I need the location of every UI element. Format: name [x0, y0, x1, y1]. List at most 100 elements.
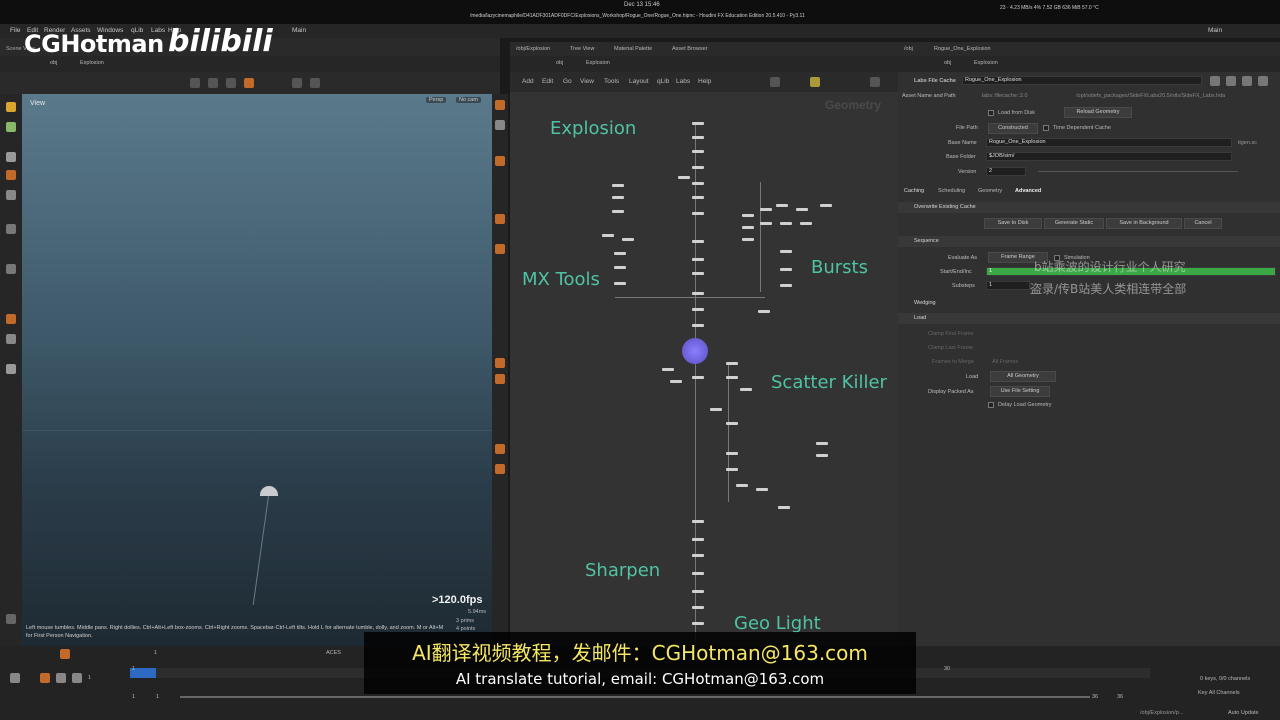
tab-material-palette[interactable]: Material Palette — [614, 46, 652, 52]
node[interactable] — [780, 284, 792, 287]
subtab-geometry[interactable]: Geometry — [978, 188, 1002, 194]
skip-start-icon[interactable] — [10, 673, 20, 683]
node[interactable] — [820, 204, 832, 207]
node[interactable] — [778, 506, 790, 509]
tab-rogue-one-explosion[interactable]: Rogue_One_Explosion — [934, 46, 991, 52]
node[interactable] — [614, 252, 626, 255]
node[interactable] — [692, 590, 704, 593]
params-path-node[interactable]: Explosion — [974, 60, 998, 66]
snap-tool-icon[interactable] — [6, 264, 16, 274]
lock-view-icon[interactable] — [495, 120, 505, 130]
node[interactable] — [678, 176, 690, 179]
frame-field[interactable]: 1 — [154, 650, 157, 656]
node[interactable] — [800, 222, 812, 225]
transform-icon[interactable] — [208, 78, 218, 88]
net-menu-edit[interactable]: Edit — [542, 78, 553, 85]
network-editor[interactable]: Geometry Explosion MX Tools Bursts Scatt… — [510, 92, 898, 646]
version-slider[interactable] — [1038, 171, 1238, 172]
node[interactable] — [758, 310, 770, 313]
node[interactable] — [736, 484, 748, 487]
time-dependent-checkbox[interactable] — [1043, 125, 1049, 131]
net-menu-qlib[interactable]: qLib — [657, 78, 669, 85]
net-menu-help[interactable]: Help — [698, 78, 711, 85]
load-section[interactable]: Load — [898, 313, 1280, 324]
save-in-background-button[interactable]: Save in Background — [1106, 218, 1182, 229]
display-packed-menu[interactable]: Use File Setting — [990, 386, 1050, 397]
subtab-scheduling[interactable]: Scheduling — [938, 188, 965, 194]
node[interactable] — [622, 238, 634, 241]
range-start2[interactable]: 1 — [156, 694, 159, 700]
net-menu-add[interactable]: Add — [522, 78, 534, 85]
range-slider[interactable] — [180, 696, 1090, 698]
node[interactable] — [692, 182, 704, 185]
node[interactable] — [726, 376, 738, 379]
tab-network[interactable]: /obj/Explosion — [516, 46, 550, 52]
node[interactable] — [692, 538, 704, 541]
node[interactable] — [756, 488, 768, 491]
net-menu-view[interactable]: View — [580, 78, 594, 85]
scene-viewport[interactable]: View Persp No cam >120.0fps 5.94ms 3 pri… — [22, 94, 492, 646]
grid-icon[interactable] — [495, 374, 505, 384]
gear-icon[interactable] — [1210, 76, 1220, 86]
camera-view-icon[interactable] — [495, 464, 505, 474]
node[interactable] — [726, 362, 738, 365]
node[interactable] — [692, 308, 704, 311]
menu-file[interactable]: File — [10, 27, 20, 34]
node[interactable] — [776, 204, 788, 207]
node[interactable] — [692, 622, 704, 625]
node[interactable] — [740, 388, 752, 391]
lock-params-icon[interactable] — [1258, 76, 1268, 86]
network-path-node[interactable]: Explosion — [586, 60, 610, 66]
light-icon[interactable] — [6, 102, 16, 112]
range-start[interactable]: 1 — [132, 694, 135, 700]
ghost-icon[interactable] — [6, 364, 16, 374]
node[interactable] — [780, 268, 792, 271]
net-menu-labs[interactable]: Labs — [676, 78, 690, 85]
file-path-mode[interactable]: Constructed — [988, 123, 1038, 134]
node[interactable] — [742, 238, 754, 241]
node[interactable] — [692, 572, 704, 575]
snap-icon[interactable] — [292, 78, 302, 88]
select-icon[interactable] — [190, 78, 200, 88]
geo-tool-icon[interactable] — [6, 122, 16, 132]
desktop-select-left[interactable]: Main — [292, 27, 306, 34]
load-from-disk-checkbox[interactable] — [988, 110, 994, 116]
net-menu-tools[interactable]: Tools — [604, 78, 619, 85]
display-options-icon[interactable] — [495, 100, 505, 110]
subtab-caching[interactable]: Caching — [904, 188, 924, 194]
node[interactable] — [692, 520, 704, 523]
node[interactable] — [692, 554, 704, 557]
node[interactable] — [692, 166, 704, 169]
node[interactable] — [692, 324, 704, 327]
select-tool-icon[interactable] — [6, 152, 16, 162]
camera-icon[interactable] — [6, 334, 16, 344]
desktop-select-right[interactable]: Main — [1208, 27, 1222, 34]
persp-menu[interactable]: Persp — [426, 97, 447, 103]
node[interactable] — [612, 196, 624, 199]
node[interactable] — [662, 368, 674, 371]
delay-load-checkbox[interactable] — [988, 402, 994, 408]
realtime-icon[interactable] — [60, 649, 70, 659]
rotate-icon[interactable] — [226, 78, 236, 88]
background-icon[interactable] — [495, 358, 505, 368]
sticky-note-icon[interactable] — [810, 77, 820, 87]
skip-end-icon[interactable] — [72, 673, 82, 683]
overwrite-section[interactable]: Overwrite Existing Cache — [898, 202, 1280, 213]
node[interactable] — [816, 442, 828, 445]
base-folder-field[interactable]: $JOB/sim/ — [986, 152, 1232, 161]
wireframe-icon[interactable] — [495, 156, 505, 166]
node[interactable] — [726, 452, 738, 455]
node[interactable] — [692, 136, 704, 139]
network-search-icon[interactable] — [870, 77, 880, 87]
sequence-section[interactable]: Sequence — [898, 236, 1280, 247]
lock-icon[interactable] — [6, 170, 16, 180]
node[interactable] — [692, 606, 704, 609]
tab-tree-view[interactable]: Tree View — [570, 46, 594, 52]
node[interactable] — [816, 454, 828, 457]
node[interactable] — [614, 282, 626, 285]
node[interactable] — [614, 266, 626, 269]
viewport-path-node[interactable]: Explosion — [80, 60, 104, 66]
net-menu-go[interactable]: Go — [563, 78, 572, 85]
params-path-obj[interactable]: obj — [944, 60, 951, 66]
node[interactable] — [760, 208, 772, 211]
